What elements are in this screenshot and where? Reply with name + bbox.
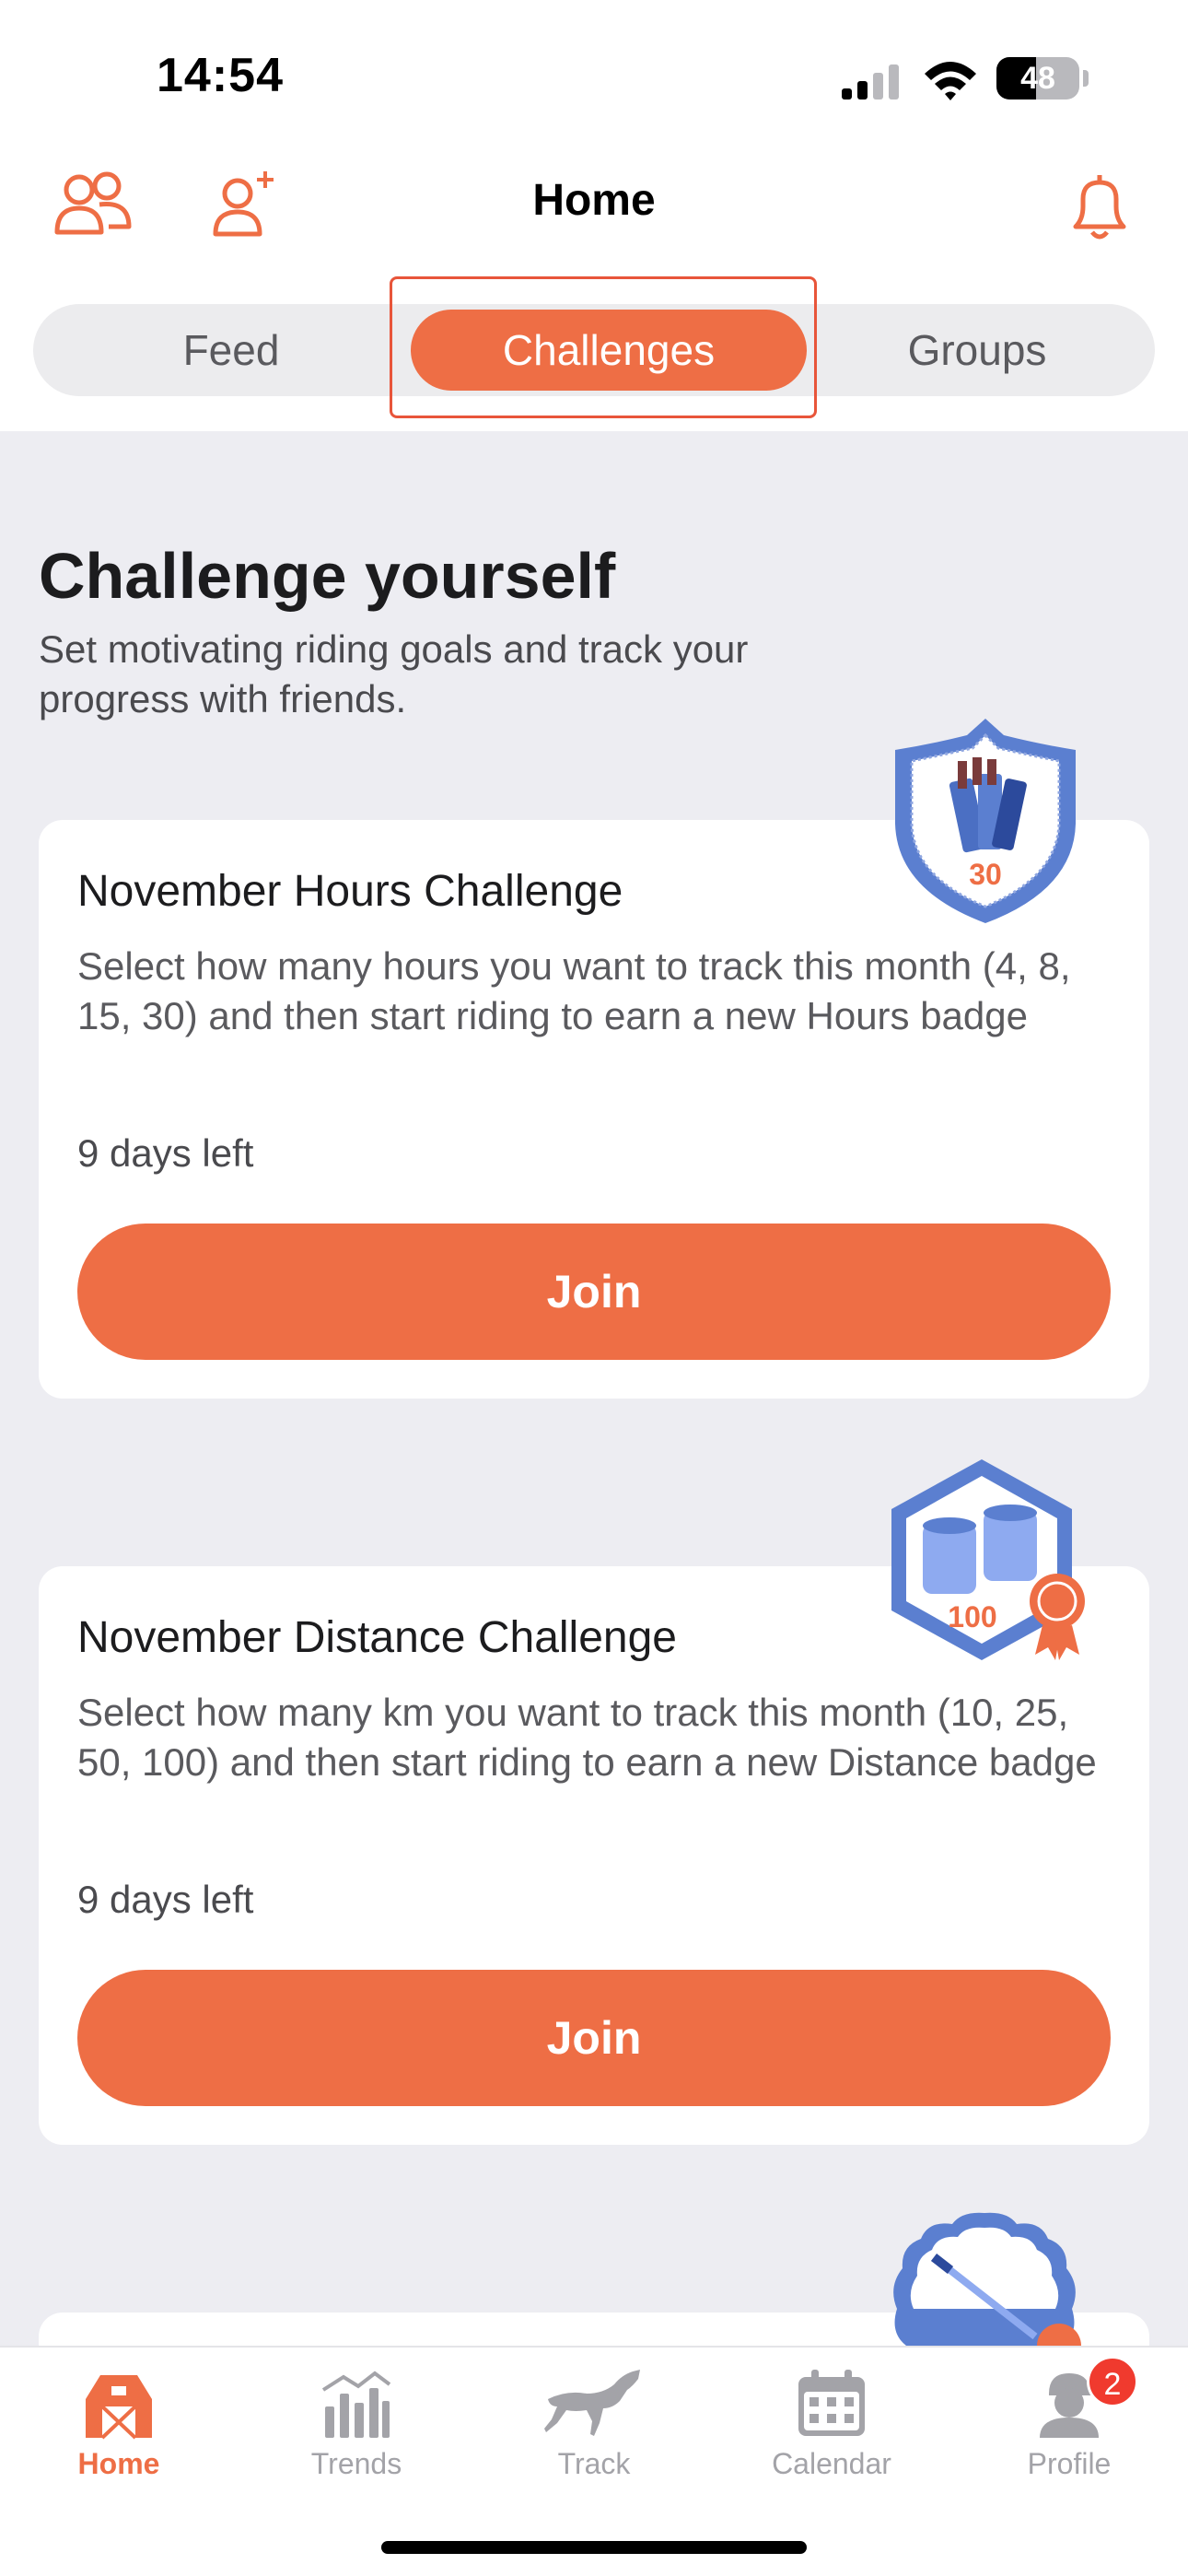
- tab-groups[interactable]: Groups: [807, 304, 1147, 396]
- barn-icon: [86, 2375, 152, 2440]
- cellular-signal-icon: [842, 64, 899, 100]
- scalloped-badge-icon: [893, 2212, 1081, 2364]
- tab-feed[interactable]: Feed: [52, 304, 411, 396]
- notification-badge: 2: [1087, 2356, 1138, 2407]
- trends-chart-icon: [321, 2371, 391, 2438]
- badge-number: 30: [969, 858, 1002, 891]
- tab-label: Track: [557, 2447, 631, 2480]
- tabbar-home[interactable]: Home: [0, 2348, 238, 2495]
- bell-icon[interactable]: [1063, 170, 1136, 243]
- tabbar-trends[interactable]: Trends: [238, 2348, 475, 2495]
- header-bar: Home: [0, 147, 1188, 267]
- join-button[interactable]: Join: [77, 1224, 1111, 1360]
- calendar-icon: [798, 2370, 865, 2436]
- page-title: Home: [532, 176, 656, 225]
- wifi-icon: [925, 62, 976, 100]
- battery-cap: [1083, 70, 1089, 87]
- challenge-title: November Hours Challenge: [77, 867, 623, 916]
- tabbar-profile[interactable]: Profile: [950, 2348, 1188, 2495]
- days-left: 9 days left: [77, 1878, 254, 1921]
- status-time: 14:54: [157, 49, 284, 102]
- days-left: 9 days left: [77, 1131, 254, 1175]
- join-button[interactable]: Join: [77, 1970, 1111, 2106]
- section-subtitle: Set motivating riding goals and track yo…: [39, 627, 749, 720]
- challenge-description: Select how many hours you want to track …: [77, 944, 1071, 1037]
- tab-label: Calendar: [772, 2447, 891, 2480]
- battery-indicator: 48: [996, 57, 1079, 100]
- challenge-title: November Distance Challenge: [77, 1613, 677, 1662]
- tabbar-calendar[interactable]: Calendar: [713, 2348, 950, 2495]
- tabbar-track[interactable]: Track: [475, 2348, 713, 2495]
- shield-hours-badge-icon: 30: [895, 719, 1076, 923]
- tab-label: Profile: [1027, 2447, 1112, 2480]
- challenge-description: Select how many km you want to track thi…: [77, 1691, 1097, 1784]
- tab-label: Home: [77, 2447, 160, 2480]
- highlight-box: [390, 276, 817, 418]
- battery-percentage: 48: [1020, 61, 1055, 96]
- status-bar: 14:54 48: [0, 0, 1188, 147]
- section-title: Challenge yourself: [39, 540, 616, 612]
- badge-number: 100: [948, 1600, 996, 1633]
- tab-label: Trends: [310, 2447, 402, 2480]
- hexagon-distance-badge-icon: 100: [891, 1459, 1085, 1660]
- horse-icon: [544, 2370, 640, 2436]
- home-indicator: [381, 2541, 807, 2554]
